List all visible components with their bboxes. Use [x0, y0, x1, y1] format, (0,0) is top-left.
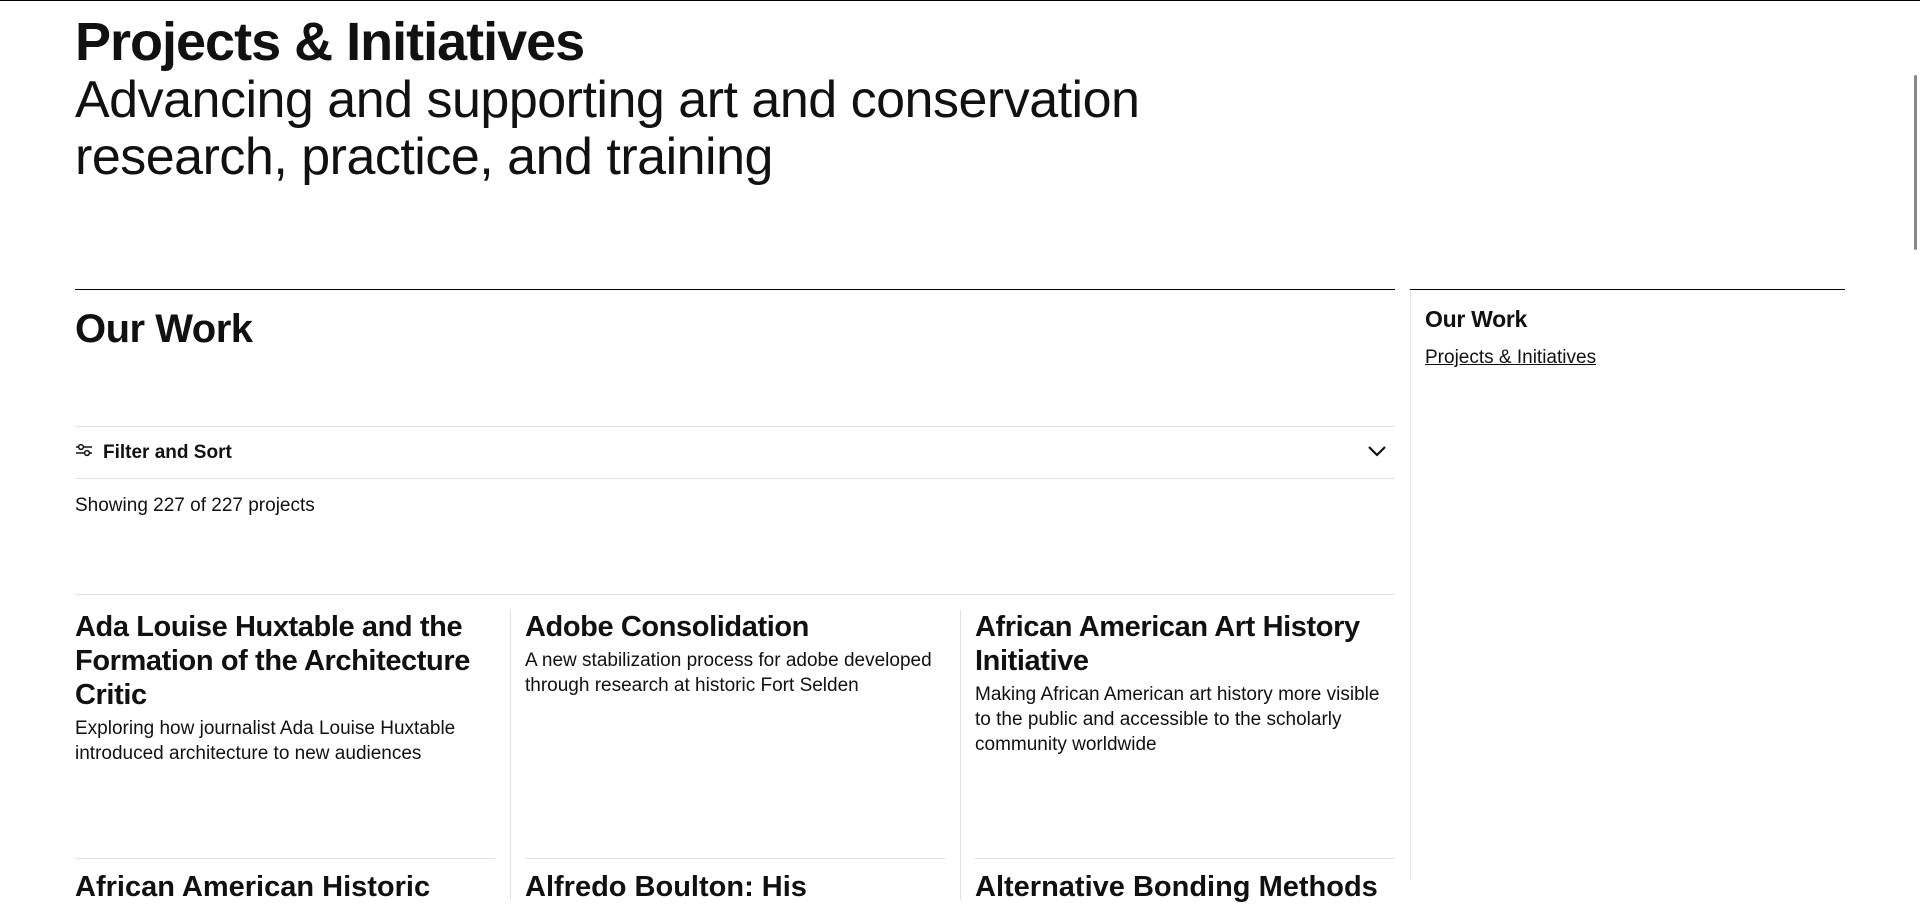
grid-top-divider: [75, 594, 1395, 595]
sidebar: Our Work Projects & Initiatives: [1410, 289, 1845, 368]
filter-and-sort-toggle[interactable]: Filter and Sort: [75, 426, 1395, 479]
scrollbar-thumb[interactable]: [1914, 75, 1917, 250]
project-card-description: A new stabilization process for adobe de…: [525, 650, 932, 696]
our-work-section: Our Work Filter and Sort Showing 227 of …: [75, 289, 1395, 903]
project-card-title-partial[interactable]: Alfredo Boulton: His: [525, 870, 945, 904]
project-card-title-partial[interactable]: African American Historic: [75, 870, 495, 904]
section-heading: Our Work: [75, 307, 253, 351]
page-title: Projects & Initiatives: [75, 12, 585, 72]
sidebar-divider: [1410, 289, 1411, 880]
project-card[interactable]: Ada Louise Huxtable and the Formation of…: [75, 610, 495, 766]
project-card-description: Making African American art history more…: [975, 684, 1380, 755]
card-divider: [75, 858, 495, 859]
project-card-title[interactable]: Ada Louise Huxtable and the Formation of…: [75, 610, 495, 712]
project-card-title[interactable]: Adobe Consolidation: [525, 610, 945, 644]
card-divider: [975, 858, 1395, 859]
project-card-description: Exploring how journalist Ada Louise Huxt…: [75, 718, 456, 764]
project-card[interactable]: African American Art History Initiative …: [975, 610, 1395, 757]
column-divider: [960, 610, 961, 900]
sidebar-heading: Our Work: [1425, 306, 1527, 332]
column-divider: [510, 610, 511, 900]
page-subtitle: Advancing and supporting art and conserv…: [75, 71, 1140, 186]
project-card-title[interactable]: African American Art History Initiative: [975, 610, 1395, 678]
project-card[interactable]: Adobe Consolidation A new stabilization …: [525, 610, 945, 698]
sidebar-link-projects-initiatives[interactable]: Projects & Initiatives: [1425, 347, 1596, 369]
results-count: Showing 227 of 227 projects: [75, 495, 315, 516]
card-divider: [525, 858, 945, 859]
filter-label-group: Filter and Sort: [75, 442, 232, 464]
page-header: Projects & Initiatives Advancing and sup…: [75, 12, 1275, 186]
chevron-down-icon[interactable]: [1367, 444, 1387, 462]
filter-and-sort-label: Filter and Sort: [103, 441, 232, 463]
sliders-icon: [75, 443, 93, 462]
project-card-title-partial[interactable]: Alternative Bonding Methods: [975, 870, 1395, 904]
top-border: [0, 0, 1920, 1]
